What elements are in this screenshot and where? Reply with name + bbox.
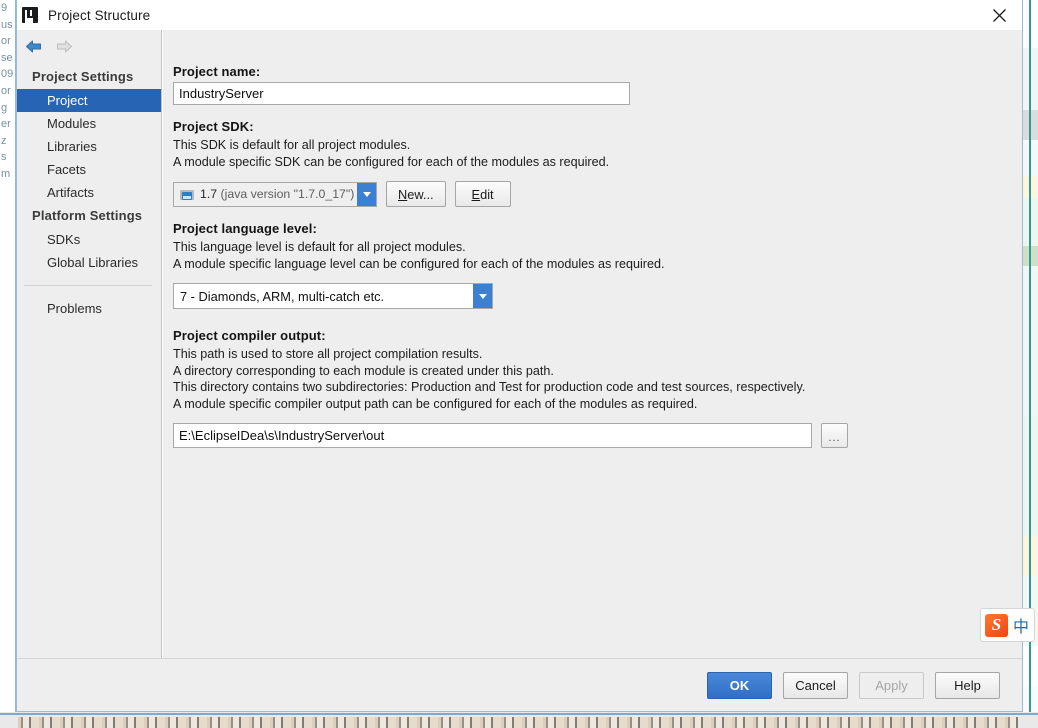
project-settings-panel: Project name: IndustryServer Project SDK…: [162, 30, 1022, 658]
project-sdk-desc-line1: This SDK is default for all project modu…: [173, 138, 411, 152]
background-left-window-strip: 9 us or se 09 or g er z s m: [0, 0, 16, 712]
project-sdk-value: 1.7 (java version "1.7.0_17"): [200, 187, 354, 201]
background-taskbar-sliver: [18, 717, 1018, 728]
project-sdk-label: Project SDK:: [173, 119, 254, 134]
sidebar-item-facets[interactable]: Facets: [17, 158, 161, 181]
settings-nav-list: Project Settings Project Modules Librari…: [17, 62, 161, 320]
compiler-output-row: E:\EclipseIDea\s\IndustryServer\out ...: [173, 423, 1022, 448]
bg-fragment: er: [1, 118, 11, 131]
language-level-dropdown-face: 7 - Diamonds, ARM, multi-catch etc.: [174, 284, 473, 308]
bg-fragment: z: [1, 134, 7, 147]
project-name-input[interactable]: IndustryServer: [173, 82, 630, 105]
cancel-button[interactable]: Cancel: [783, 671, 848, 699]
bg-fragment: g: [1, 101, 8, 114]
language-level-desc-line2: A module specific language level can be …: [173, 256, 665, 271]
sogou-ime-bar[interactable]: S 中: [980, 608, 1035, 642]
bg-fragment: or: [1, 35, 11, 48]
sidebar-item-libraries[interactable]: Libraries: [17, 135, 161, 158]
project-sdk-row: 1.7 (java version "1.7.0_17") New... Edi…: [173, 181, 1022, 207]
compiler-output-desc-line4: A module specific compiler output path c…: [173, 396, 698, 411]
project-sdk-version: 1.7: [200, 187, 218, 201]
edit-sdk-button[interactable]: Edit: [454, 181, 511, 207]
sidebar-item-global-libraries[interactable]: Global Libraries: [17, 251, 161, 274]
language-level-label: Project language level:: [173, 221, 317, 236]
sidebar-item-sdks[interactable]: SDKs: [17, 228, 161, 251]
ok-button[interactable]: OK: [707, 671, 772, 699]
compiler-output-path-input[interactable]: E:\EclipseIDea\s\IndustryServer\out: [173, 423, 812, 448]
background-bottom-rule: [0, 713, 1038, 715]
sidebar-item-modules[interactable]: Modules: [17, 112, 161, 135]
new-sdk-button[interactable]: New...: [386, 181, 446, 207]
bg-fragment: 09: [1, 68, 14, 81]
dialog-footer: OK Cancel Apply Help: [17, 658, 1022, 711]
ime-mode-indicator[interactable]: 中: [1013, 613, 1029, 637]
bg-fragment: s: [1, 151, 7, 164]
compiler-output-desc-line1: This path is used to store all project c…: [173, 347, 483, 361]
project-sdk-dropdown-face: 1.7 (java version "1.7.0_17"): [174, 182, 357, 206]
sidebar-group-platform-settings: Platform Settings: [32, 208, 143, 223]
browse-output-path-button[interactable]: ...: [821, 423, 848, 448]
help-button[interactable]: Help: [935, 671, 1000, 699]
sidebar-item-artifacts[interactable]: Artifacts: [17, 181, 161, 204]
dialog-title: Project Structure: [48, 7, 151, 23]
compiler-output-desc-line2: A directory corresponding to each module…: [173, 363, 554, 378]
language-level-value: 7 - Diamonds, ARM, multi-catch etc.: [180, 288, 385, 304]
bg-fragment: or: [1, 84, 11, 97]
bg-fragment: se: [1, 51, 13, 64]
project-sdk-detail: (java version "1.7.0_17"): [220, 187, 355, 201]
sogou-logo-icon[interactable]: S: [985, 613, 1008, 637]
sidebar-divider: [24, 285, 152, 286]
project-structure-dialog: Project Structure Project Settings Proje…: [16, 0, 1023, 712]
apply-button: Apply: [859, 671, 924, 699]
chevron-down-icon[interactable]: [357, 182, 376, 206]
dialog-titlebar: Project Structure: [17, 0, 1022, 30]
language-level-dropdown[interactable]: 7 - Diamonds, ARM, multi-catch etc.: [173, 283, 493, 309]
project-sdk-dropdown[interactable]: 1.7 (java version "1.7.0_17"): [173, 181, 377, 207]
language-level-desc-line1: This language level is default for all p…: [173, 240, 466, 254]
bg-fragment: us: [1, 18, 13, 31]
arrow-back-icon[interactable]: [24, 39, 43, 54]
bg-fragment: 9: [1, 2, 8, 14]
jdk-folder-icon: [180, 188, 195, 201]
bg-fragment: m: [1, 167, 11, 180]
project-name-label: Project name:: [173, 64, 261, 79]
chevron-down-icon[interactable]: [473, 284, 492, 308]
intellij-idea-icon: [22, 7, 38, 23]
compiler-output-label: Project compiler output:: [173, 328, 326, 343]
sidebar-item-project[interactable]: Project: [17, 89, 161, 112]
close-icon[interactable]: [976, 0, 1022, 30]
sidebar-navigation-bar: [17, 30, 161, 62]
settings-sidebar: Project Settings Project Modules Librari…: [17, 30, 162, 658]
project-sdk-desc-line2: A module specific SDK can be configured …: [173, 154, 610, 169]
sidebar-item-problems[interactable]: Problems: [17, 297, 161, 320]
arrow-forward-icon: [55, 39, 74, 54]
sidebar-group-project-settings: Project Settings: [32, 69, 134, 84]
dialog-body: Project Settings Project Modules Librari…: [17, 30, 1022, 658]
compiler-output-desc-line3: This directory contains two subdirectori…: [173, 380, 806, 394]
